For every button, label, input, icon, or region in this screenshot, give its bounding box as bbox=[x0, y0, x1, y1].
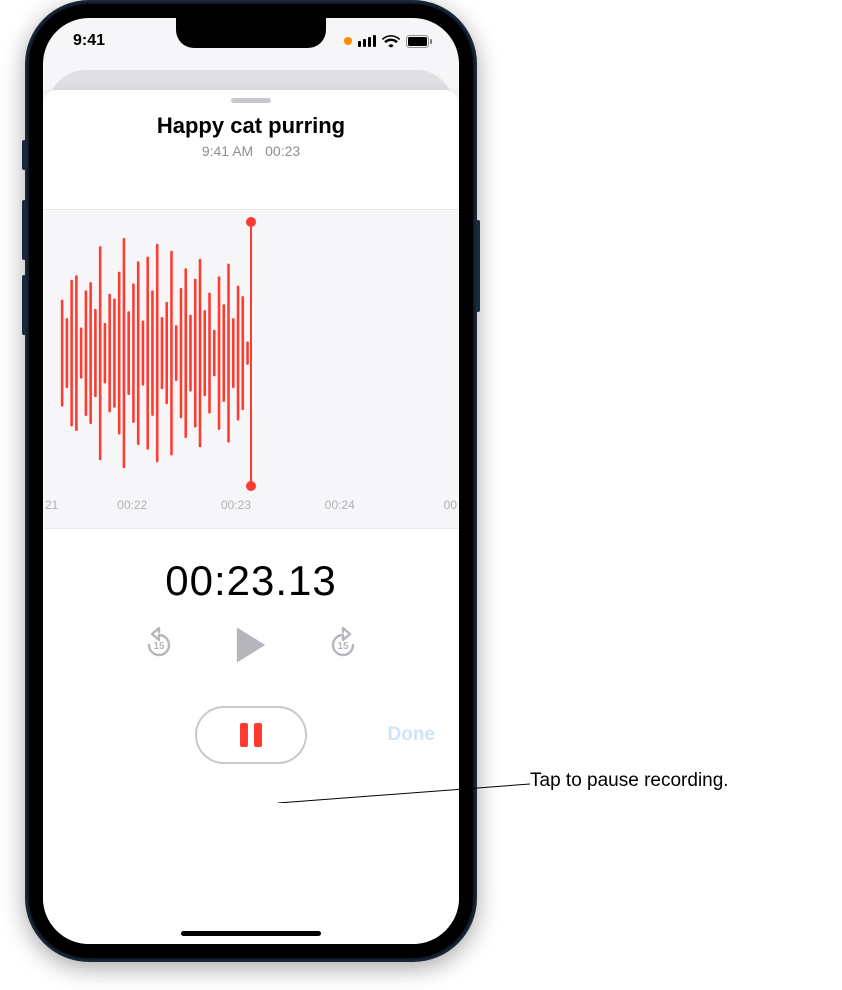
screen: 9:41 Happy cat purring bbox=[43, 18, 459, 944]
timeline-tick: 00:23 bbox=[221, 498, 251, 522]
wifi-icon bbox=[382, 35, 400, 48]
recording-sheet: Happy cat purring 9:41 AM 00:23 21 00:22 0… bbox=[43, 90, 459, 944]
mute-switch bbox=[22, 140, 26, 170]
timeline-tick: 00 bbox=[444, 498, 457, 522]
volume-down-button bbox=[22, 275, 26, 335]
sheet-grabber[interactable] bbox=[231, 98, 271, 103]
side-button bbox=[476, 220, 480, 312]
notch bbox=[176, 18, 326, 48]
timeline-tick: 00:24 bbox=[325, 498, 355, 522]
timeline-ruler: 21 00:22 00:23 00:24 00 bbox=[43, 498, 459, 522]
done-button[interactable]: Done bbox=[388, 724, 436, 746]
recording-subtitle: 9:41 AM 00:23 bbox=[43, 143, 459, 159]
recording-title[interactable]: Happy cat purring bbox=[43, 113, 459, 139]
skip-forward-15-button[interactable]: 15 bbox=[325, 627, 361, 666]
pause-recording-button[interactable] bbox=[195, 706, 307, 764]
recording-indicator-icon bbox=[344, 37, 352, 45]
recording-time: 9:41 AM bbox=[202, 143, 253, 159]
playhead-indicator[interactable] bbox=[250, 222, 252, 486]
svg-text:15: 15 bbox=[153, 641, 165, 652]
status-time: 9:41 bbox=[73, 32, 105, 50]
elapsed-time: 00:23.13 bbox=[43, 557, 459, 605]
transport-controls: 15 15 bbox=[43, 625, 459, 668]
play-button[interactable] bbox=[233, 625, 269, 668]
skip-back-15-button[interactable]: 15 bbox=[141, 627, 177, 666]
waveform-area[interactable]: 21 00:22 00:23 00:24 00 bbox=[43, 209, 459, 529]
cellular-icon bbox=[358, 35, 376, 47]
recording-length: 00:23 bbox=[265, 143, 300, 159]
pause-icon bbox=[240, 723, 262, 747]
timeline-tick: 21 bbox=[45, 498, 58, 522]
svg-text:15: 15 bbox=[337, 641, 349, 652]
timeline-tick: 00:22 bbox=[117, 498, 147, 522]
volume-up-button bbox=[22, 200, 26, 260]
home-indicator[interactable] bbox=[181, 931, 321, 936]
device-frame: 9:41 Happy cat purring bbox=[25, 0, 477, 962]
callout-label: Tap to pause recording. bbox=[530, 770, 729, 792]
battery-icon bbox=[406, 35, 433, 48]
